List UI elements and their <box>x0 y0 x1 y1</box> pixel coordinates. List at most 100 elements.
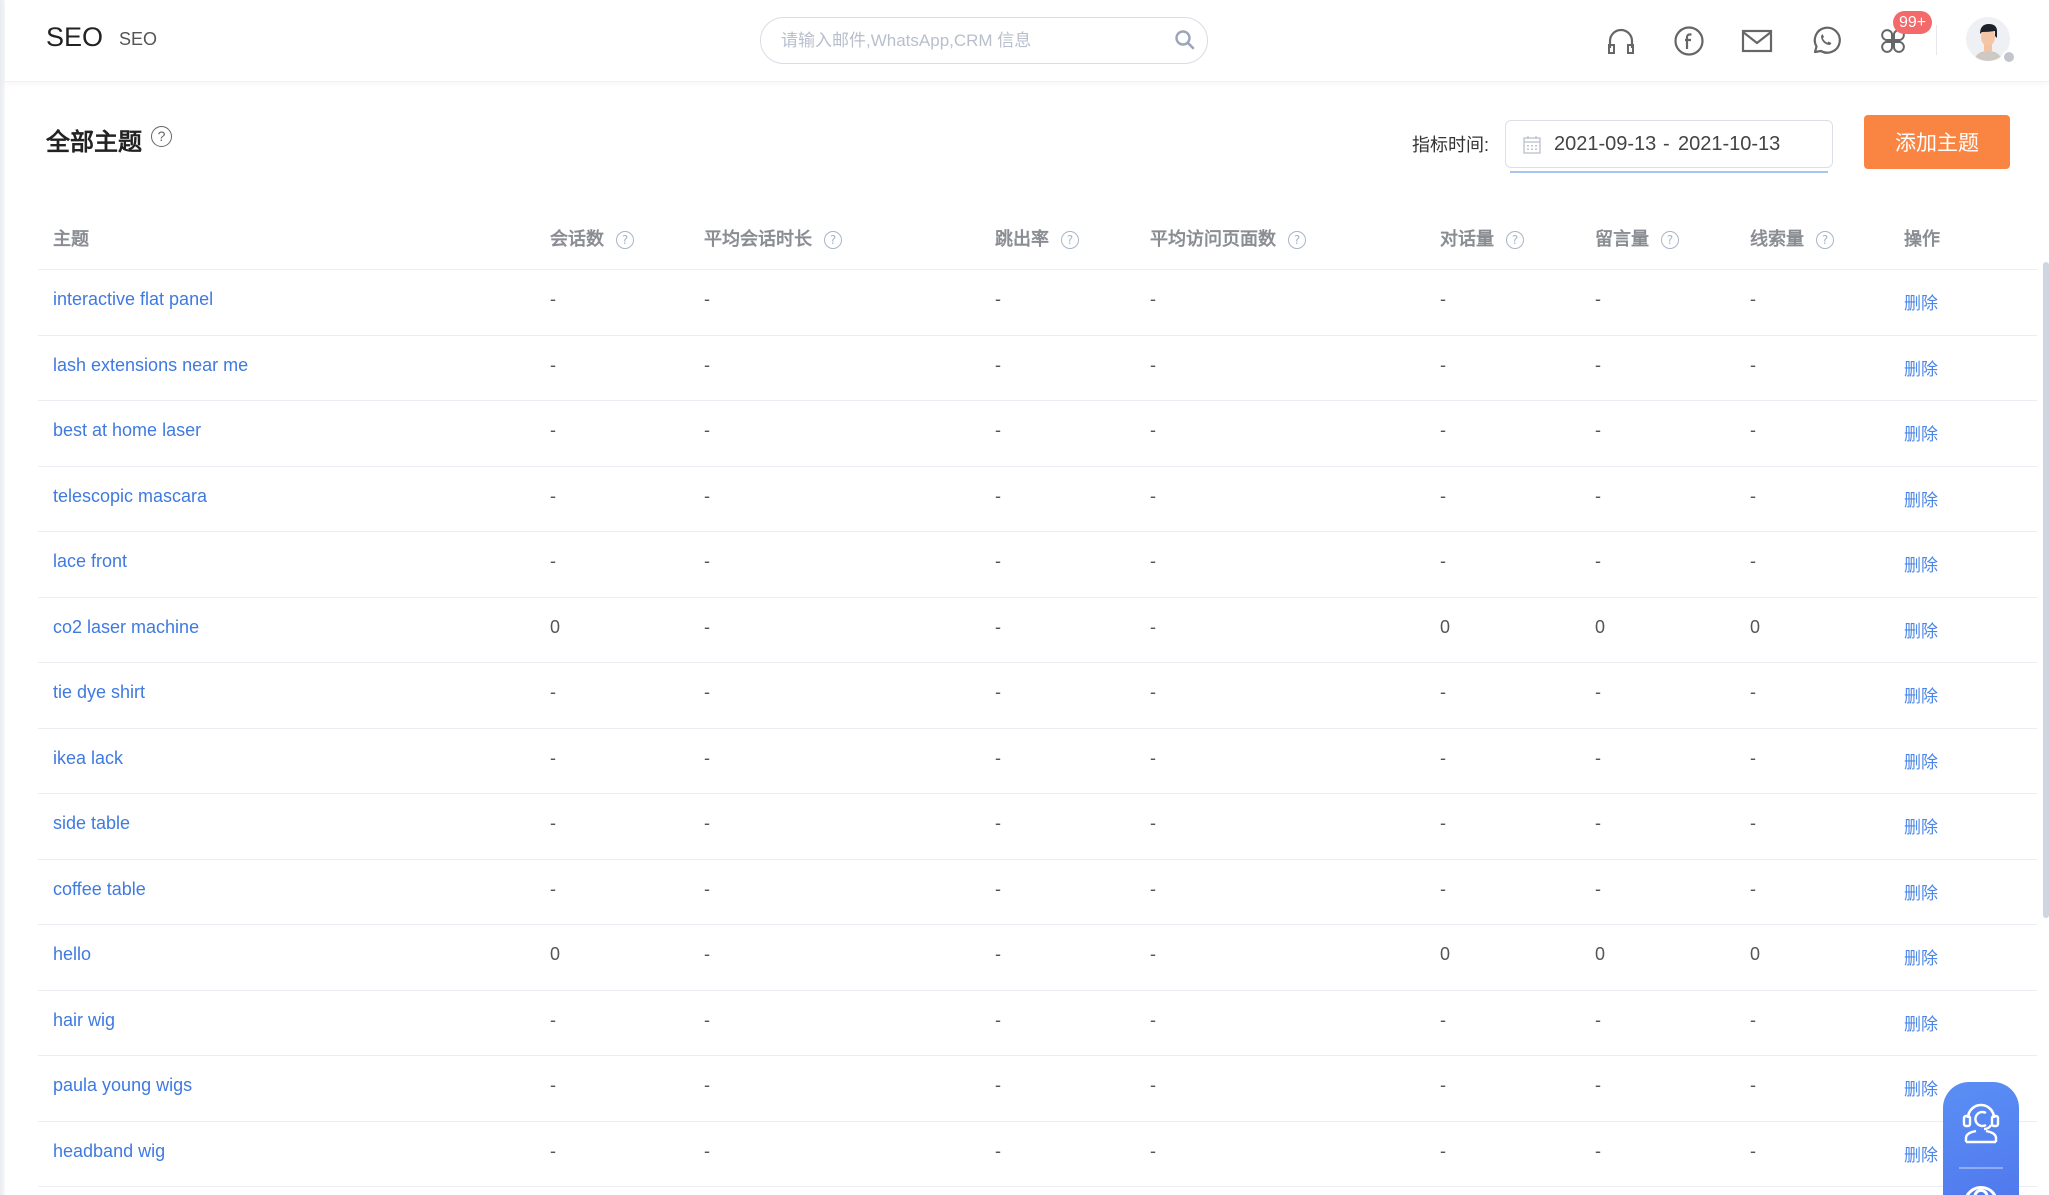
column-header-label: 主题 <box>53 229 89 250</box>
topic-link[interactable]: co2 laser machine <box>53 617 199 638</box>
delete-button[interactable]: 删除 <box>1904 617 1938 642</box>
help-icon[interactable]: ? <box>1816 231 1834 249</box>
avg-pages-value: - <box>1150 485 1156 506</box>
avg-duration-value: - <box>704 747 710 768</box>
column-header-label: 会话数 <box>550 229 604 250</box>
customer-service-icon[interactable] <box>1958 1096 2004 1144</box>
conversations-value: - <box>1440 813 1446 833</box>
messages-value: - <box>1595 813 1601 833</box>
search-input[interactable] <box>781 18 1151 63</box>
conversations-value: - <box>1440 1140 1446 1161</box>
avg-duration-value: - <box>704 682 710 702</box>
topic-link[interactable]: best at home laser <box>53 420 201 441</box>
headset-button[interactable] <box>1604 24 1638 58</box>
help-icon[interactable] <box>1959 1178 2003 1195</box>
column-header-label: 跳出率 <box>995 229 1049 250</box>
date-start[interactable]: 2021-09-13 <box>1554 133 1656 156</box>
date-range-picker[interactable]: 2021-09-13 - 2021-10-13 <box>1505 120 1833 173</box>
leads-value: - <box>1750 551 1756 571</box>
help-icon[interactable]: ? <box>1506 231 1524 249</box>
conversations-value: - <box>1440 551 1446 571</box>
messages-value: - <box>1595 878 1601 899</box>
topic-link[interactable]: lace front <box>53 551 127 572</box>
table-row: tie dye shirt - - - - - - - 删除 <box>38 663 2037 729</box>
column-header-label: 平均会话时长 <box>704 229 812 250</box>
help-icon[interactable]: ? <box>616 231 634 249</box>
sessions-value: - <box>550 1140 556 1161</box>
conversations-value: - <box>1440 682 1446 702</box>
help-icon[interactable]: ? <box>1288 231 1306 249</box>
topic-link[interactable]: ikea lack <box>53 748 123 769</box>
topic-link[interactable]: tie dye shirt <box>53 682 145 703</box>
messages-value: - <box>1595 1009 1601 1030</box>
topic-link[interactable]: interactive flat panel <box>53 289 213 310</box>
whatsapp-button[interactable] <box>1808 24 1842 58</box>
topic-link[interactable]: side table <box>53 813 130 834</box>
delete-button[interactable]: 删除 <box>1904 1010 1938 1035</box>
delete-button[interactable]: 删除 <box>1904 289 1938 314</box>
column-header-label: 线索量 <box>1750 229 1804 250</box>
bounce-rate-value: - <box>995 1075 1001 1095</box>
topics-table: 主题 会话数? 平均会话时长? 跳出率? 平均访问页面数? 对话量? 留言量? 线索量? 操作 … <box>38 205 2037 1187</box>
topic-link[interactable]: lash extensions near me <box>53 355 248 376</box>
topic-link[interactable]: headband wig <box>53 1141 165 1162</box>
header-divider <box>1936 25 1937 55</box>
delete-button[interactable]: 删除 <box>1904 748 1938 773</box>
avg-pages-value: - <box>1150 878 1156 899</box>
topic-link[interactable]: telescopic mascara <box>53 486 207 507</box>
table-row: coffee table - - - - - - - 删除 <box>38 860 2037 925</box>
delete-button[interactable]: 删除 <box>1904 486 1938 511</box>
leads-value: 0 <box>1750 944 1761 964</box>
bounce-rate-value: - <box>995 289 1001 309</box>
delete-button[interactable]: 删除 <box>1904 1141 1938 1166</box>
table-row: telescopic mascara - - - - - - - 删除 <box>38 467 2037 532</box>
app-title: SEO <box>46 22 104 52</box>
table-row: headband wig - - - - - - - 删除 <box>38 1122 2037 1187</box>
leads-value: - <box>1750 1009 1756 1030</box>
mail-button[interactable] <box>1740 24 1774 58</box>
delete-button[interactable]: 删除 <box>1904 420 1938 445</box>
facebook-button[interactable] <box>1672 24 1706 58</box>
avg-duration-value: - <box>704 1075 710 1095</box>
messages-value: 0 <box>1595 944 1606 964</box>
delete-button[interactable]: 删除 <box>1904 813 1938 838</box>
bounce-rate-value: - <box>995 813 1001 833</box>
delete-button[interactable]: 删除 <box>1904 879 1938 904</box>
search-icon[interactable] <box>1173 28 1197 52</box>
vertical-scrollbar[interactable] <box>2043 262 2049 918</box>
floating-support-widget <box>1943 1082 2019 1195</box>
topic-link[interactable]: hair wig <box>53 1010 115 1031</box>
delete-button[interactable]: 删除 <box>1904 944 1938 969</box>
delete-button[interactable]: 删除 <box>1904 1075 1938 1100</box>
sessions-value: - <box>550 354 556 375</box>
add-topic-button[interactable]: 添加主题 <box>1864 115 2010 169</box>
delete-button[interactable]: 删除 <box>1904 682 1938 707</box>
sessions-value: - <box>550 682 556 702</box>
column-header-label: 对话量 <box>1440 229 1494 250</box>
table-row: best at home laser - - - - - - - 删除 <box>38 401 2037 467</box>
leads-value: - <box>1750 289 1756 309</box>
avg-pages-value: - <box>1150 354 1156 375</box>
help-icon[interactable]: ? <box>824 231 842 249</box>
help-icon[interactable]: ? <box>151 126 172 147</box>
topic-link[interactable]: hello <box>53 944 91 965</box>
messages-value: - <box>1595 289 1601 309</box>
messages-value: - <box>1595 1140 1601 1161</box>
topic-link[interactable]: coffee table <box>53 879 146 900</box>
avg-pages-value: - <box>1150 1140 1156 1161</box>
help-icon[interactable]: ? <box>1661 231 1679 249</box>
topic-link[interactable]: paula young wigs <box>53 1075 192 1096</box>
sessions-value: - <box>550 813 556 833</box>
conversations-value: - <box>1440 878 1446 899</box>
help-icon[interactable]: ? <box>1061 231 1079 249</box>
date-end[interactable]: 2021-10-13 <box>1678 133 1780 156</box>
messages-value: - <box>1595 551 1601 571</box>
leads-value: - <box>1750 813 1756 833</box>
leads-value: - <box>1750 485 1756 506</box>
delete-button[interactable]: 删除 <box>1904 355 1938 380</box>
status-dot <box>2002 50 2016 64</box>
avg-pages-value: - <box>1150 747 1156 768</box>
table-row: lash extensions near me - - - - - - - 删除 <box>38 336 2037 401</box>
conversations-value: 0 <box>1440 944 1451 964</box>
delete-button[interactable]: 删除 <box>1904 551 1938 576</box>
